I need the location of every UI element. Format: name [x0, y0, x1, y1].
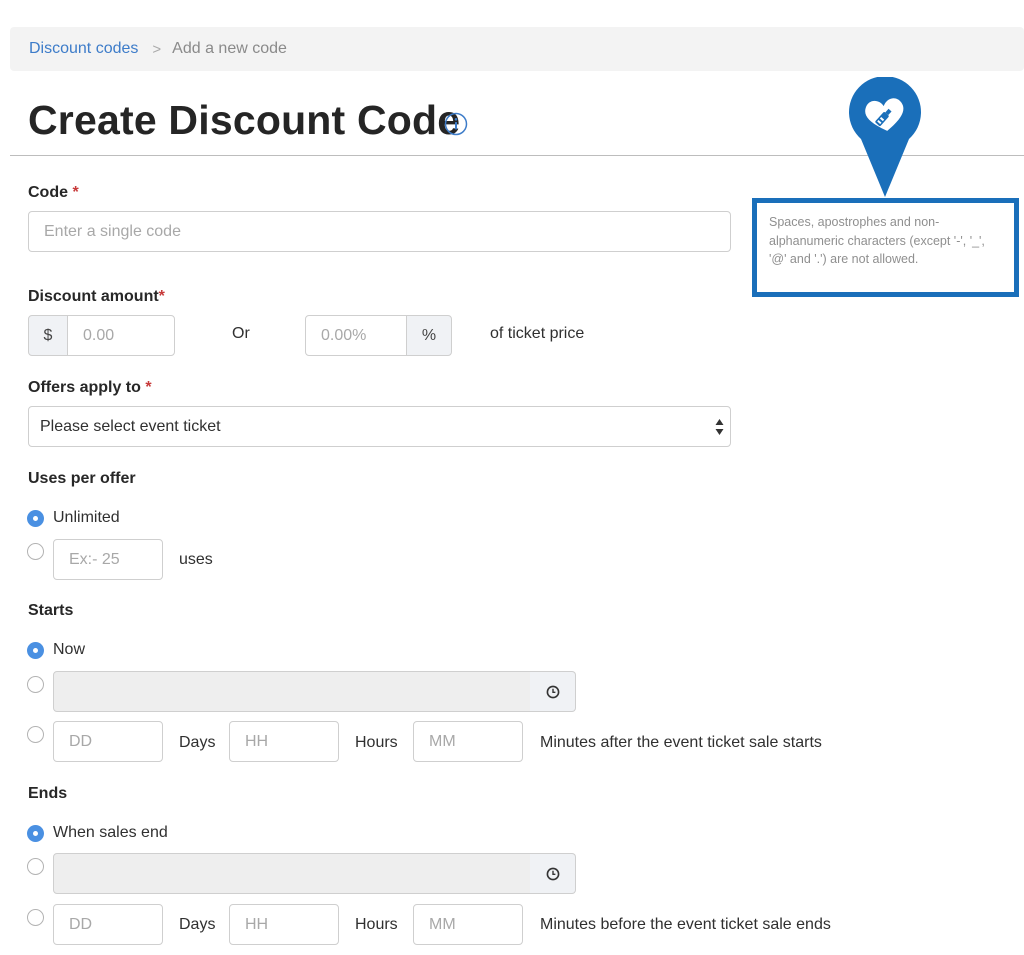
starts-minutes-input[interactable]: MM	[413, 721, 523, 762]
code-input[interactable]: Enter a single code	[28, 211, 731, 252]
uses-unlimited-label: Unlimited	[53, 509, 120, 526]
starts-relative-radio[interactable]	[27, 726, 44, 743]
uses-suffix: uses	[179, 551, 213, 568]
required-mark: *	[158, 288, 165, 305]
ends-hours-label: Hours	[355, 916, 398, 933]
starts-datetime-radio[interactable]	[27, 676, 44, 693]
ends-hours-input[interactable]: HH	[229, 904, 339, 945]
clock-icon	[546, 867, 559, 880]
ends-hours-placeholder: HH	[245, 915, 269, 933]
or-label: Or	[232, 325, 250, 342]
starts-datetime-input[interactable]	[53, 671, 531, 712]
map-pin-help-icon	[849, 77, 921, 197]
code-label: Code *	[28, 182, 79, 204]
starts-minutes-placeholder: MM	[429, 732, 456, 750]
breadcrumb: Discount codes > Add a new code	[10, 27, 1024, 71]
event-ticket-select[interactable]: Please select event ticket	[28, 406, 731, 447]
ends-when-sales-end-radio[interactable]	[27, 825, 44, 842]
percent-addon: %	[406, 315, 452, 356]
uses-count-placeholder: Ex:- 25	[69, 550, 120, 568]
ends-datetime-picker-button[interactable]	[530, 853, 576, 894]
percent-sign: %	[421, 326, 437, 344]
info-icon[interactable]	[444, 112, 468, 136]
starts-hours-placeholder: HH	[245, 732, 269, 750]
offers-apply-label-text: Offers apply to	[28, 379, 141, 396]
starts-relative-suffix: Minutes after the event ticket sale star…	[540, 734, 822, 751]
amount-input[interactable]: 0.00	[67, 315, 175, 356]
ends-datetime-input[interactable]	[53, 853, 531, 894]
ends-datetime-radio[interactable]	[27, 858, 44, 875]
required-mark: *	[72, 184, 79, 201]
starts-now-radio[interactable]	[27, 642, 44, 659]
starts-hours-input[interactable]: HH	[229, 721, 339, 762]
currency-addon: $	[28, 315, 68, 356]
percent-input-placeholder: 0.00%	[321, 326, 367, 344]
starts-days-placeholder: DD	[69, 732, 93, 750]
percent-input[interactable]: 0.00%	[305, 315, 407, 356]
clock-icon	[546, 685, 559, 698]
starts-datetime-picker-button[interactable]	[530, 671, 576, 712]
uses-per-offer-label: Uses per offer	[28, 470, 136, 487]
page-title: Create Discount Code	[28, 97, 461, 143]
event-ticket-select-value: Please select event ticket	[40, 417, 221, 435]
discount-amount-label-text: Discount amount	[28, 288, 159, 305]
uses-count-input[interactable]: Ex:- 25	[53, 539, 163, 580]
discount-amount-label: Discount amount*	[28, 286, 165, 308]
ends-days-input[interactable]: DD	[53, 904, 163, 945]
code-help-callout: Spaces, apostrophes and non-alphanumeric…	[752, 198, 1019, 297]
ends-relative-suffix: Minutes before the event ticket sale end…	[540, 916, 831, 933]
ends-relative-radio[interactable]	[27, 909, 44, 926]
amount-input-placeholder: 0.00	[83, 326, 115, 344]
starts-hours-label: Hours	[355, 734, 398, 751]
ends-days-label: Days	[179, 916, 216, 933]
starts-days-label: Days	[179, 734, 216, 751]
ends-when-sales-end-label: When sales end	[53, 824, 168, 841]
breadcrumb-link-discount-codes[interactable]: Discount codes	[29, 40, 138, 58]
breadcrumb-separator: >	[152, 40, 162, 58]
required-mark: *	[145, 379, 152, 396]
code-label-text: Code	[28, 184, 68, 201]
starts-days-input[interactable]: DD	[53, 721, 163, 762]
ends-minutes-input[interactable]: MM	[413, 904, 523, 945]
code-help-text: Spaces, apostrophes and non-alphanumeric…	[769, 215, 985, 266]
ends-label: Ends	[28, 785, 68, 802]
ends-days-placeholder: DD	[69, 915, 93, 933]
uses-unlimited-radio[interactable]	[27, 510, 44, 527]
code-input-placeholder: Enter a single code	[44, 222, 181, 240]
breadcrumb-current: Add a new code	[172, 40, 287, 57]
select-arrows-icon	[715, 419, 724, 435]
ends-minutes-placeholder: MM	[429, 915, 456, 933]
uses-limited-radio[interactable]	[27, 543, 44, 560]
starts-label: Starts	[28, 602, 74, 619]
dollar-sign: $	[43, 326, 53, 344]
offers-apply-label: Offers apply to *	[28, 377, 152, 399]
ticket-price-suffix: of ticket price	[490, 325, 585, 342]
starts-now-label: Now	[53, 641, 86, 658]
